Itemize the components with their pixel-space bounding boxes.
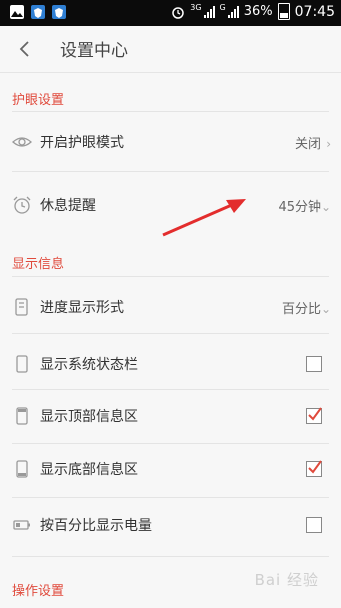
checkmark-icon [308,407,322,421]
section-header-operation: 操作设置 [12,584,65,599]
divider [12,556,329,557]
back-arrow-icon[interactable] [14,38,36,60]
alarm-icon [172,6,184,19]
app-header: 设置中心 [0,26,341,73]
rest-reminder-label: 休息提醒 [40,198,96,214]
clock: 07:45 [294,3,335,20]
battery-icon [277,3,290,20]
signal-icon [203,5,215,18]
phone-bottom-icon [16,460,28,478]
chevron-down-icon: ⌄ [320,200,331,214]
eye-icon [12,137,32,147]
shield-icon [52,5,66,19]
system-indicators: 3G G 36% 07:45 [171,3,335,20]
chevron-down-icon: ⌄ [320,302,331,316]
status-bar: 3G G 36% 07:45 [0,0,341,26]
show-top-info-checkbox[interactable] [306,407,322,424]
eye-mode-row[interactable]: 开启护眼模式 关闭 › [0,115,341,169]
divider [12,276,329,277]
network-type-label: 3G [190,3,202,12]
progress-display-row[interactable]: 进度显示形式 百分比 ⌄ [0,280,341,334]
divider [12,111,329,112]
checkmark-icon [308,460,322,474]
section-header-display: 显示信息 [12,257,65,272]
show-status-bar-label: 显示系统状态栏 [40,357,138,373]
rest-reminder-value: 45分钟 [278,200,321,215]
show-status-bar-row[interactable]: 显示系统状态栏 [0,337,341,391]
eye-mode-label: 开启护眼模式 [40,135,124,151]
show-bottom-info-checkbox[interactable] [306,460,322,477]
divider [12,333,329,334]
chevron-right-icon: › [326,137,331,151]
divider [12,171,329,172]
battery-percent: 36% [243,4,273,19]
shield-icon [31,5,45,19]
show-bottom-info-label: 显示底部信息区 [40,462,138,478]
phone-top-icon [16,407,28,425]
show-status-bar-checkbox[interactable] [306,356,322,372]
battery-icon [13,520,30,530]
progress-display-label: 进度显示形式 [40,300,124,316]
show-top-info-row[interactable]: 显示顶部信息区 [0,389,341,443]
phone-icon [16,355,28,373]
show-top-info-label: 显示顶部信息区 [40,409,138,425]
alarm-clock-icon [13,196,31,214]
eye-mode-value: 关闭 [294,137,321,152]
annotation-arrow-icon [162,199,246,237]
battery-percent-row[interactable]: 按百分比显示电量 [0,498,341,552]
gallery-icon [10,5,24,19]
signal-icon [227,5,239,18]
battery-percent-checkbox[interactable] [306,517,322,533]
battery-percent-label: 按百分比显示电量 [40,518,152,534]
section-header-eye: 护眼设置 [12,93,65,108]
notification-icons [10,5,66,19]
show-bottom-info-row[interactable]: 显示底部信息区 [0,442,341,496]
watermark: Bai 经验 [254,571,319,589]
network-type-label: G [219,3,226,12]
progress-icon [15,298,28,316]
page-title: 设置中心 [60,41,128,61]
progress-display-value: 百分比 [281,302,321,317]
